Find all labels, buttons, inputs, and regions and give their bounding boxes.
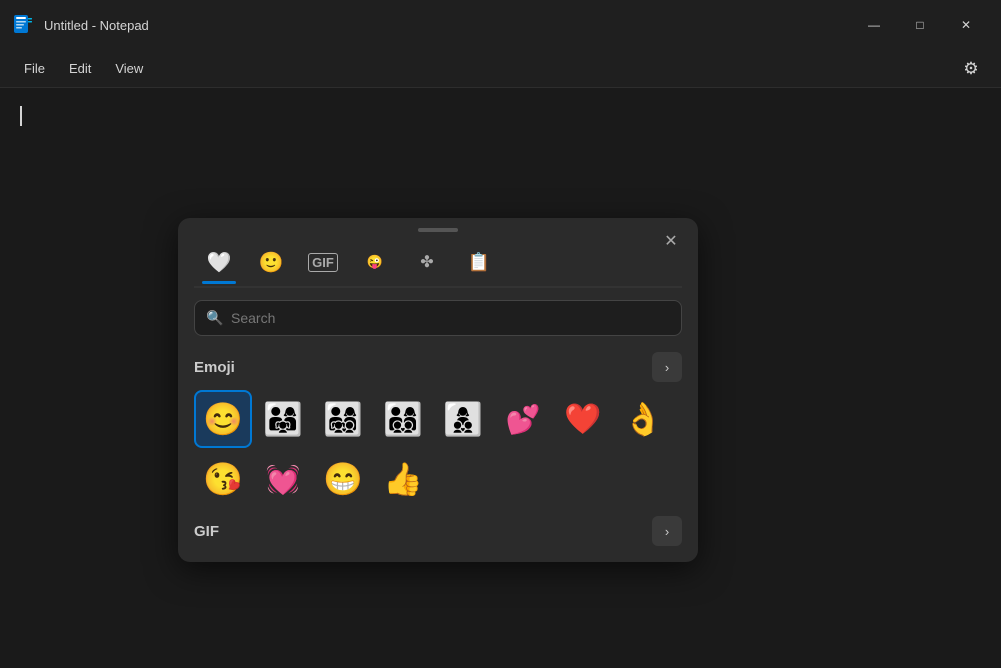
editor-area[interactable]: ✕ 🤍 🙂 GIF 😜 ✤ 📋 xyxy=(0,88,1001,668)
emoji-section: Emoji › 😊 👨‍👩‍👧 👨‍👩‍👧‍👦 👨‍👩‍👦‍👦 👩‍👦‍👦 💕 … xyxy=(178,344,698,512)
tab-emoji[interactable]: 🙂 xyxy=(248,242,294,282)
tab-kaomoji[interactable]: 😜 xyxy=(352,242,398,282)
minimize-button[interactable]: — xyxy=(851,9,897,41)
menubar: File Edit View ⚙ xyxy=(0,50,1001,88)
emoji-section-arrow[interactable]: › xyxy=(652,352,682,382)
drag-bar-indicator xyxy=(418,228,458,232)
gif-section-arrow[interactable]: › xyxy=(652,516,682,546)
emoji-cell-3[interactable]: 👨‍👩‍👦‍👦 xyxy=(374,390,432,448)
emoji-section-header: Emoji › xyxy=(194,352,682,382)
drag-handle[interactable] xyxy=(178,218,698,238)
tab-gif[interactable]: GIF xyxy=(300,242,346,282)
search-input[interactable] xyxy=(194,300,682,336)
emoji-section-title: Emoji xyxy=(194,359,235,376)
menu-edit[interactable]: Edit xyxy=(57,57,103,80)
maximize-button[interactable]: □ xyxy=(897,9,943,41)
menu-file[interactable]: File xyxy=(12,57,57,80)
close-button[interactable]: ✕ xyxy=(943,9,989,41)
emoji-cell-4[interactable]: 👩‍👦‍👦 xyxy=(434,390,492,448)
tab-favorites[interactable]: 🤍 xyxy=(196,242,242,282)
gif-section: GIF › xyxy=(178,512,698,562)
emoji-cell-6[interactable]: ❤️ xyxy=(554,390,612,448)
picker-tabs: 🤍 🙂 GIF 😜 ✤ 📋 xyxy=(178,238,698,282)
emoji-cell-8[interactable]: 😘 xyxy=(194,450,252,508)
text-cursor xyxy=(20,106,22,126)
emoji-cell-9[interactable]: 💓 xyxy=(254,450,312,508)
emoji-cell-1[interactable]: 👨‍👩‍👧 xyxy=(254,390,312,448)
picker-close-button[interactable]: ✕ xyxy=(656,226,686,256)
menu-view[interactable]: View xyxy=(103,57,155,80)
emoji-cell-7[interactable]: 👌 xyxy=(614,390,672,448)
titlebar: Untitled - Notepad — □ ✕ xyxy=(0,0,1001,50)
window-controls: — □ ✕ xyxy=(851,9,989,41)
emoji-picker: ✕ 🤍 🙂 GIF 😜 ✤ 📋 xyxy=(178,218,698,562)
picker-scroll-area[interactable]: 🔍 Emoji › 😊 👨‍👩‍👧 👨‍👩‍👧‍👦 👨‍👩‍👦‍👦 👩‍👦‍👦 xyxy=(178,288,698,562)
gif-section-title: GIF xyxy=(194,523,219,540)
window-title: Untitled - Notepad xyxy=(44,18,851,33)
emoji-grid: 😊 👨‍👩‍👧 👨‍👩‍👧‍👦 👨‍👩‍👦‍👦 👩‍👦‍👦 💕 ❤️ 👌 😘 💓… xyxy=(194,390,682,508)
emoji-cell-11[interactable]: 👍 xyxy=(374,450,432,508)
app-icon xyxy=(12,14,34,36)
emoji-cell-10[interactable]: 😁 xyxy=(314,450,372,508)
emoji-cell-2[interactable]: 👨‍👩‍👧‍👦 xyxy=(314,390,372,448)
search-container: 🔍 xyxy=(194,300,682,336)
gif-section-header: GIF › xyxy=(194,516,682,546)
tab-clipboard[interactable]: 📋 xyxy=(456,242,502,282)
emoji-cell-5[interactable]: 💕 xyxy=(494,390,552,448)
tab-symbols[interactable]: ✤ xyxy=(404,242,450,282)
settings-button[interactable]: ⚙ xyxy=(953,51,989,87)
emoji-cell-0[interactable]: 😊 xyxy=(194,390,252,448)
search-icon: 🔍 xyxy=(206,310,223,327)
